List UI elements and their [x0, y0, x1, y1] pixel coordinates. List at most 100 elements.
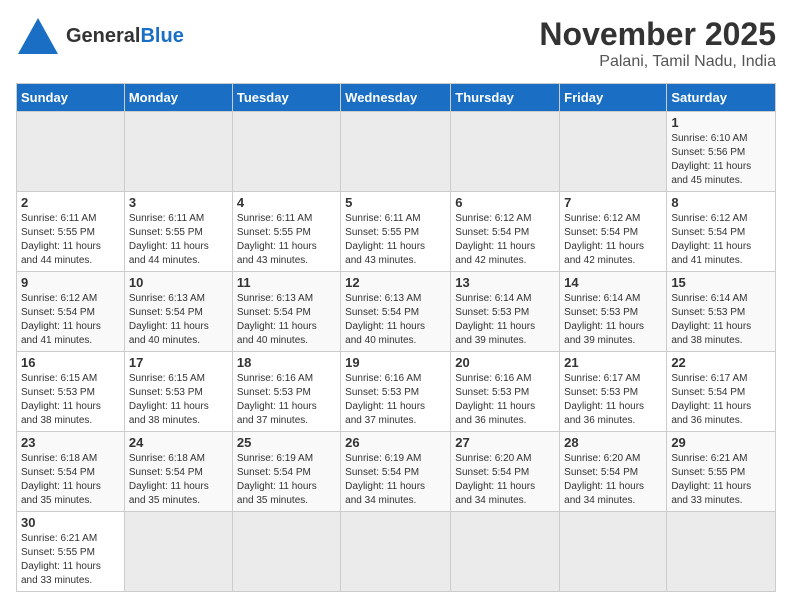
day-info: Sunrise: 6:16 AMSunset: 5:53 PMDaylight:… [345, 372, 446, 428]
cell-5-0: 30 Sunrise: 6:21 AMSunset: 5:55 PMDayligh… [17, 512, 125, 592]
day-info: Sunrise: 6:13 AMSunset: 5:54 PMDaylight:… [237, 292, 336, 348]
day-number: 26 [345, 435, 446, 450]
day-info: Sunrise: 6:12 AMSunset: 5:54 PMDaylight:… [455, 212, 555, 268]
week-row-4: 23 Sunrise: 6:18 AMSunset: 5:54 PMDayligh… [17, 432, 776, 512]
day-info: Sunrise: 6:17 AMSunset: 5:54 PMDaylight:… [671, 372, 771, 428]
day-info: Sunrise: 6:11 AMSunset: 5:55 PMDaylight:… [345, 212, 446, 268]
day-number: 14 [564, 275, 662, 290]
calendar-container: GeneralBlue November 2025 Palani, Tamil … [0, 0, 792, 612]
day-number: 23 [21, 435, 120, 450]
day-info: Sunrise: 6:14 AMSunset: 5:53 PMDaylight:… [671, 292, 771, 348]
cell-0-3 [341, 112, 451, 192]
day-info: Sunrise: 6:13 AMSunset: 5:54 PMDaylight:… [345, 292, 446, 348]
col-thursday: Thursday [451, 84, 560, 112]
day-number: 22 [671, 355, 771, 370]
calendar-table: Sunday Monday Tuesday Wednesday Thursday… [16, 83, 776, 592]
day-number: 27 [455, 435, 555, 450]
day-info: Sunrise: 6:11 AMSunset: 5:55 PMDaylight:… [237, 212, 336, 268]
cell-2-6: 15 Sunrise: 6:14 AMSunset: 5:53 PMDayligh… [667, 272, 776, 352]
header-row: Sunday Monday Tuesday Wednesday Thursday… [17, 84, 776, 112]
day-info: Sunrise: 6:19 AMSunset: 5:54 PMDaylight:… [345, 452, 446, 508]
week-row-1: 2Sunrise: 6:11 AMSunset: 5:55 PMDaylight… [17, 192, 776, 272]
day-number: 10 [129, 275, 228, 290]
cell-3-0: 16 Sunrise: 6:15 AMSunset: 5:53 PMDayligh… [17, 352, 125, 432]
day-number: 17 [129, 355, 228, 370]
day-number: 18 [237, 355, 336, 370]
day-info: Sunrise: 6:21 AMSunset: 5:55 PMDaylight:… [671, 452, 771, 508]
day-number: 12 [345, 275, 446, 290]
day-info: Sunrise: 6:21 AMSunset: 5:55 PMDaylight:… [21, 532, 120, 588]
col-friday: Friday [560, 84, 667, 112]
day-number: 25 [237, 435, 336, 450]
day-number: 7 [564, 195, 662, 210]
day-info: Sunrise: 6:19 AMSunset: 5:54 PMDaylight:… [237, 452, 336, 508]
day-number: 11 [237, 275, 336, 290]
week-row-5: 30 Sunrise: 6:21 AMSunset: 5:55 PMDayligh… [17, 512, 776, 592]
day-info: Sunrise: 6:11 AMSunset: 5:55 PMDaylight:… [129, 212, 228, 268]
cell-1-4: 6 Sunrise: 6:12 AMSunset: 5:54 PMDaylight… [451, 192, 560, 272]
cell-5-6 [667, 512, 776, 592]
col-wednesday: Wednesday [341, 84, 451, 112]
day-number: 15 [671, 275, 771, 290]
day-number: 9 [21, 275, 120, 290]
day-number: 3 [129, 195, 228, 210]
day-info: Sunrise: 6:15 AMSunset: 5:53 PMDaylight:… [21, 372, 120, 428]
cell-0-5 [560, 112, 667, 192]
logo-text: GeneralBlue [66, 25, 184, 48]
cell-4-5: 28Sunrise: 6:20 AMSunset: 5:54 PMDayligh… [560, 432, 667, 512]
day-info: Sunrise: 6:18 AMSunset: 5:54 PMDaylight:… [21, 452, 120, 508]
day-info: Sunrise: 6:11 AMSunset: 5:55 PMDaylight:… [21, 212, 120, 268]
cell-3-4: 20Sunrise: 6:16 AMSunset: 5:53 PMDayligh… [451, 352, 560, 432]
cell-3-5: 21 Sunrise: 6:17 AMSunset: 5:53 PMDayligh… [560, 352, 667, 432]
col-saturday: Saturday [667, 84, 776, 112]
cell-2-3: 12 Sunrise: 6:13 AMSunset: 5:54 PMDayligh… [341, 272, 451, 352]
day-info: Sunrise: 6:14 AMSunset: 5:53 PMDaylight:… [455, 292, 555, 348]
cell-4-2: 25 Sunrise: 6:19 AMSunset: 5:54 PMDayligh… [232, 432, 340, 512]
day-number: 24 [129, 435, 228, 450]
day-number: 21 [564, 355, 662, 370]
day-info: Sunrise: 6:20 AMSunset: 5:54 PMDaylight:… [455, 452, 555, 508]
cell-3-2: 18 Sunrise: 6:16 AMSunset: 5:53 PMDayligh… [232, 352, 340, 432]
day-info: Sunrise: 6:13 AMSunset: 5:54 PMDaylight:… [129, 292, 228, 348]
cell-2-5: 14 Sunrise: 6:14 AMSunset: 5:53 PMDayligh… [560, 272, 667, 352]
cell-1-2: 4Sunrise: 6:11 AMSunset: 5:55 PMDaylight… [232, 192, 340, 272]
col-sunday: Sunday [17, 84, 125, 112]
cell-1-0: 2Sunrise: 6:11 AMSunset: 5:55 PMDaylight… [17, 192, 125, 272]
day-number: 16 [21, 355, 120, 370]
cell-0-6: 1 Sunrise: 6:10 AMSunset: 5:56 PMDaylight… [667, 112, 776, 192]
day-info: Sunrise: 6:20 AMSunset: 5:54 PMDaylight:… [564, 452, 662, 508]
day-info: Sunrise: 6:16 AMSunset: 5:53 PMDaylight:… [237, 372, 336, 428]
day-number: 1 [671, 115, 771, 130]
week-row-0: 1 Sunrise: 6:10 AMSunset: 5:56 PMDaylight… [17, 112, 776, 192]
month-title: November 2025 [539, 16, 776, 53]
day-info: Sunrise: 6:12 AMSunset: 5:54 PMDaylight:… [564, 212, 662, 268]
cell-5-2 [232, 512, 340, 592]
day-number: 8 [671, 195, 771, 210]
cell-2-4: 13Sunrise: 6:14 AMSunset: 5:53 PMDayligh… [451, 272, 560, 352]
cell-2-1: 10 Sunrise: 6:13 AMSunset: 5:54 PMDayligh… [124, 272, 232, 352]
cell-0-2 [232, 112, 340, 192]
col-tuesday: Tuesday [232, 84, 340, 112]
cell-3-1: 17Sunrise: 6:15 AMSunset: 5:53 PMDayligh… [124, 352, 232, 432]
logo: GeneralBlue [16, 16, 184, 56]
cell-0-1 [124, 112, 232, 192]
day-number: 30 [21, 515, 120, 530]
cell-4-1: 24Sunrise: 6:18 AMSunset: 5:54 PMDayligh… [124, 432, 232, 512]
cell-5-1 [124, 512, 232, 592]
day-info: Sunrise: 6:16 AMSunset: 5:53 PMDaylight:… [455, 372, 555, 428]
cell-2-0: 9Sunrise: 6:12 AMSunset: 5:54 PMDaylight… [17, 272, 125, 352]
cell-3-3: 19Sunrise: 6:16 AMSunset: 5:53 PMDayligh… [341, 352, 451, 432]
day-number: 6 [455, 195, 555, 210]
cell-4-4: 27 Sunrise: 6:20 AMSunset: 5:54 PMDayligh… [451, 432, 560, 512]
day-info: Sunrise: 6:14 AMSunset: 5:53 PMDaylight:… [564, 292, 662, 348]
cell-0-4 [451, 112, 560, 192]
cell-5-5 [560, 512, 667, 592]
cell-4-0: 23 Sunrise: 6:18 AMSunset: 5:54 PMDayligh… [17, 432, 125, 512]
title-section: November 2025 Palani, Tamil Nadu, India [539, 16, 776, 71]
day-info: Sunrise: 6:10 AMSunset: 5:56 PMDaylight:… [671, 132, 771, 188]
cell-5-4 [451, 512, 560, 592]
header: GeneralBlue November 2025 Palani, Tamil … [16, 16, 776, 71]
day-info: Sunrise: 6:17 AMSunset: 5:53 PMDaylight:… [564, 372, 662, 428]
cell-1-5: 7 Sunrise: 6:12 AMSunset: 5:54 PMDaylight… [560, 192, 667, 272]
cell-1-6: 8Sunrise: 6:12 AMSunset: 5:54 PMDaylight… [667, 192, 776, 272]
